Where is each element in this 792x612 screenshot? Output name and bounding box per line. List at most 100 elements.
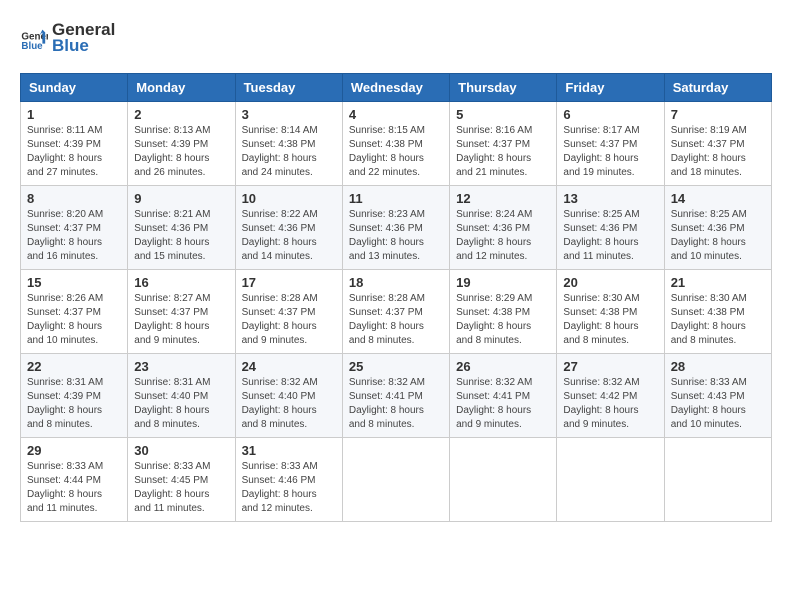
day-number: 23 bbox=[134, 359, 228, 374]
day-number: 29 bbox=[27, 443, 121, 458]
calendar-cell: 25 Sunrise: 8:32 AM Sunset: 4:41 PM Dayl… bbox=[342, 353, 449, 437]
calendar-cell: 8 Sunrise: 8:20 AM Sunset: 4:37 PM Dayli… bbox=[21, 185, 128, 269]
day-info: Sunrise: 8:33 AM Sunset: 4:43 PM Dayligh… bbox=[671, 376, 765, 432]
day-number: 30 bbox=[134, 443, 228, 458]
day-info: Sunrise: 8:32 AM Sunset: 4:41 PM Dayligh… bbox=[349, 376, 443, 432]
calendar-cell: 15 Sunrise: 8:26 AM Sunset: 4:37 PM Dayl… bbox=[21, 269, 128, 353]
calendar-cell: 29 Sunrise: 8:33 AM Sunset: 4:44 PM Dayl… bbox=[21, 437, 128, 521]
day-info: Sunrise: 8:21 AM Sunset: 4:36 PM Dayligh… bbox=[134, 208, 228, 264]
day-number: 10 bbox=[242, 191, 336, 206]
day-info: Sunrise: 8:31 AM Sunset: 4:40 PM Dayligh… bbox=[134, 376, 228, 432]
day-info: Sunrise: 8:17 AM Sunset: 4:37 PM Dayligh… bbox=[563, 124, 657, 180]
calendar-week-4: 22 Sunrise: 8:31 AM Sunset: 4:39 PM Dayl… bbox=[21, 353, 772, 437]
day-info: Sunrise: 8:32 AM Sunset: 4:42 PM Dayligh… bbox=[563, 376, 657, 432]
day-number: 6 bbox=[563, 107, 657, 122]
day-number: 3 bbox=[242, 107, 336, 122]
day-number: 18 bbox=[349, 275, 443, 290]
col-header-wednesday: Wednesday bbox=[342, 73, 449, 101]
calendar-week-5: 29 Sunrise: 8:33 AM Sunset: 4:44 PM Dayl… bbox=[21, 437, 772, 521]
calendar-cell: 3 Sunrise: 8:14 AM Sunset: 4:38 PM Dayli… bbox=[235, 101, 342, 185]
calendar-cell: 28 Sunrise: 8:33 AM Sunset: 4:43 PM Dayl… bbox=[664, 353, 771, 437]
day-info: Sunrise: 8:25 AM Sunset: 4:36 PM Dayligh… bbox=[671, 208, 765, 264]
calendar-week-1: 1 Sunrise: 8:11 AM Sunset: 4:39 PM Dayli… bbox=[21, 101, 772, 185]
day-number: 25 bbox=[349, 359, 443, 374]
day-number: 8 bbox=[27, 191, 121, 206]
calendar-cell: 10 Sunrise: 8:22 AM Sunset: 4:36 PM Dayl… bbox=[235, 185, 342, 269]
day-info: Sunrise: 8:20 AM Sunset: 4:37 PM Dayligh… bbox=[27, 208, 121, 264]
day-info: Sunrise: 8:32 AM Sunset: 4:40 PM Dayligh… bbox=[242, 376, 336, 432]
day-number: 9 bbox=[134, 191, 228, 206]
calendar-cell: 31 Sunrise: 8:33 AM Sunset: 4:46 PM Dayl… bbox=[235, 437, 342, 521]
day-number: 16 bbox=[134, 275, 228, 290]
day-number: 26 bbox=[456, 359, 550, 374]
day-info: Sunrise: 8:27 AM Sunset: 4:37 PM Dayligh… bbox=[134, 292, 228, 348]
day-number: 14 bbox=[671, 191, 765, 206]
day-info: Sunrise: 8:31 AM Sunset: 4:39 PM Dayligh… bbox=[27, 376, 121, 432]
day-number: 28 bbox=[671, 359, 765, 374]
day-info: Sunrise: 8:33 AM Sunset: 4:46 PM Dayligh… bbox=[242, 460, 336, 516]
calendar-cell: 24 Sunrise: 8:32 AM Sunset: 4:40 PM Dayl… bbox=[235, 353, 342, 437]
calendar-cell: 30 Sunrise: 8:33 AM Sunset: 4:45 PM Dayl… bbox=[128, 437, 235, 521]
calendar-cell: 18 Sunrise: 8:28 AM Sunset: 4:37 PM Dayl… bbox=[342, 269, 449, 353]
day-number: 13 bbox=[563, 191, 657, 206]
calendar-cell: 1 Sunrise: 8:11 AM Sunset: 4:39 PM Dayli… bbox=[21, 101, 128, 185]
calendar-cell: 14 Sunrise: 8:25 AM Sunset: 4:36 PM Dayl… bbox=[664, 185, 771, 269]
calendar-week-2: 8 Sunrise: 8:20 AM Sunset: 4:37 PM Dayli… bbox=[21, 185, 772, 269]
calendar-cell: 17 Sunrise: 8:28 AM Sunset: 4:37 PM Dayl… bbox=[235, 269, 342, 353]
calendar-cell: 5 Sunrise: 8:16 AM Sunset: 4:37 PM Dayli… bbox=[450, 101, 557, 185]
calendar-cell: 22 Sunrise: 8:31 AM Sunset: 4:39 PM Dayl… bbox=[21, 353, 128, 437]
day-info: Sunrise: 8:33 AM Sunset: 4:45 PM Dayligh… bbox=[134, 460, 228, 516]
day-number: 12 bbox=[456, 191, 550, 206]
day-info: Sunrise: 8:14 AM Sunset: 4:38 PM Dayligh… bbox=[242, 124, 336, 180]
day-info: Sunrise: 8:13 AM Sunset: 4:39 PM Dayligh… bbox=[134, 124, 228, 180]
day-info: Sunrise: 8:16 AM Sunset: 4:37 PM Dayligh… bbox=[456, 124, 550, 180]
calendar-cell: 26 Sunrise: 8:32 AM Sunset: 4:41 PM Dayl… bbox=[450, 353, 557, 437]
logo-icon: General Blue bbox=[20, 24, 48, 52]
logo: General Blue General Blue bbox=[20, 20, 115, 57]
calendar-cell: 2 Sunrise: 8:13 AM Sunset: 4:39 PM Dayli… bbox=[128, 101, 235, 185]
col-header-monday: Monday bbox=[128, 73, 235, 101]
day-number: 20 bbox=[563, 275, 657, 290]
calendar-cell: 4 Sunrise: 8:15 AM Sunset: 4:38 PM Dayli… bbox=[342, 101, 449, 185]
calendar-cell bbox=[557, 437, 664, 521]
day-number: 27 bbox=[563, 359, 657, 374]
calendar-cell: 20 Sunrise: 8:30 AM Sunset: 4:38 PM Dayl… bbox=[557, 269, 664, 353]
day-info: Sunrise: 8:11 AM Sunset: 4:39 PM Dayligh… bbox=[27, 124, 121, 180]
calendar-table: SundayMondayTuesdayWednesdayThursdayFrid… bbox=[20, 73, 772, 522]
calendar-cell bbox=[342, 437, 449, 521]
day-number: 21 bbox=[671, 275, 765, 290]
day-info: Sunrise: 8:25 AM Sunset: 4:36 PM Dayligh… bbox=[563, 208, 657, 264]
day-number: 15 bbox=[27, 275, 121, 290]
day-info: Sunrise: 8:29 AM Sunset: 4:38 PM Dayligh… bbox=[456, 292, 550, 348]
day-number: 5 bbox=[456, 107, 550, 122]
calendar-cell: 6 Sunrise: 8:17 AM Sunset: 4:37 PM Dayli… bbox=[557, 101, 664, 185]
day-number: 11 bbox=[349, 191, 443, 206]
col-header-thursday: Thursday bbox=[450, 73, 557, 101]
day-number: 17 bbox=[242, 275, 336, 290]
svg-text:Blue: Blue bbox=[21, 42, 43, 53]
calendar-cell: 19 Sunrise: 8:29 AM Sunset: 4:38 PM Dayl… bbox=[450, 269, 557, 353]
calendar-cell: 23 Sunrise: 8:31 AM Sunset: 4:40 PM Dayl… bbox=[128, 353, 235, 437]
col-header-tuesday: Tuesday bbox=[235, 73, 342, 101]
col-header-friday: Friday bbox=[557, 73, 664, 101]
col-header-saturday: Saturday bbox=[664, 73, 771, 101]
day-info: Sunrise: 8:30 AM Sunset: 4:38 PM Dayligh… bbox=[671, 292, 765, 348]
day-number: 2 bbox=[134, 107, 228, 122]
day-info: Sunrise: 8:23 AM Sunset: 4:36 PM Dayligh… bbox=[349, 208, 443, 264]
calendar-cell: 16 Sunrise: 8:27 AM Sunset: 4:37 PM Dayl… bbox=[128, 269, 235, 353]
col-header-sunday: Sunday bbox=[21, 73, 128, 101]
calendar-cell bbox=[450, 437, 557, 521]
day-info: Sunrise: 8:32 AM Sunset: 4:41 PM Dayligh… bbox=[456, 376, 550, 432]
day-number: 22 bbox=[27, 359, 121, 374]
calendar-cell: 12 Sunrise: 8:24 AM Sunset: 4:36 PM Dayl… bbox=[450, 185, 557, 269]
day-number: 19 bbox=[456, 275, 550, 290]
calendar-cell: 11 Sunrise: 8:23 AM Sunset: 4:36 PM Dayl… bbox=[342, 185, 449, 269]
calendar-cell: 27 Sunrise: 8:32 AM Sunset: 4:42 PM Dayl… bbox=[557, 353, 664, 437]
day-info: Sunrise: 8:28 AM Sunset: 4:37 PM Dayligh… bbox=[349, 292, 443, 348]
calendar-week-3: 15 Sunrise: 8:26 AM Sunset: 4:37 PM Dayl… bbox=[21, 269, 772, 353]
calendar-cell: 13 Sunrise: 8:25 AM Sunset: 4:36 PM Dayl… bbox=[557, 185, 664, 269]
calendar-cell: 21 Sunrise: 8:30 AM Sunset: 4:38 PM Dayl… bbox=[664, 269, 771, 353]
day-info: Sunrise: 8:19 AM Sunset: 4:37 PM Dayligh… bbox=[671, 124, 765, 180]
day-info: Sunrise: 8:22 AM Sunset: 4:36 PM Dayligh… bbox=[242, 208, 336, 264]
day-number: 1 bbox=[27, 107, 121, 122]
